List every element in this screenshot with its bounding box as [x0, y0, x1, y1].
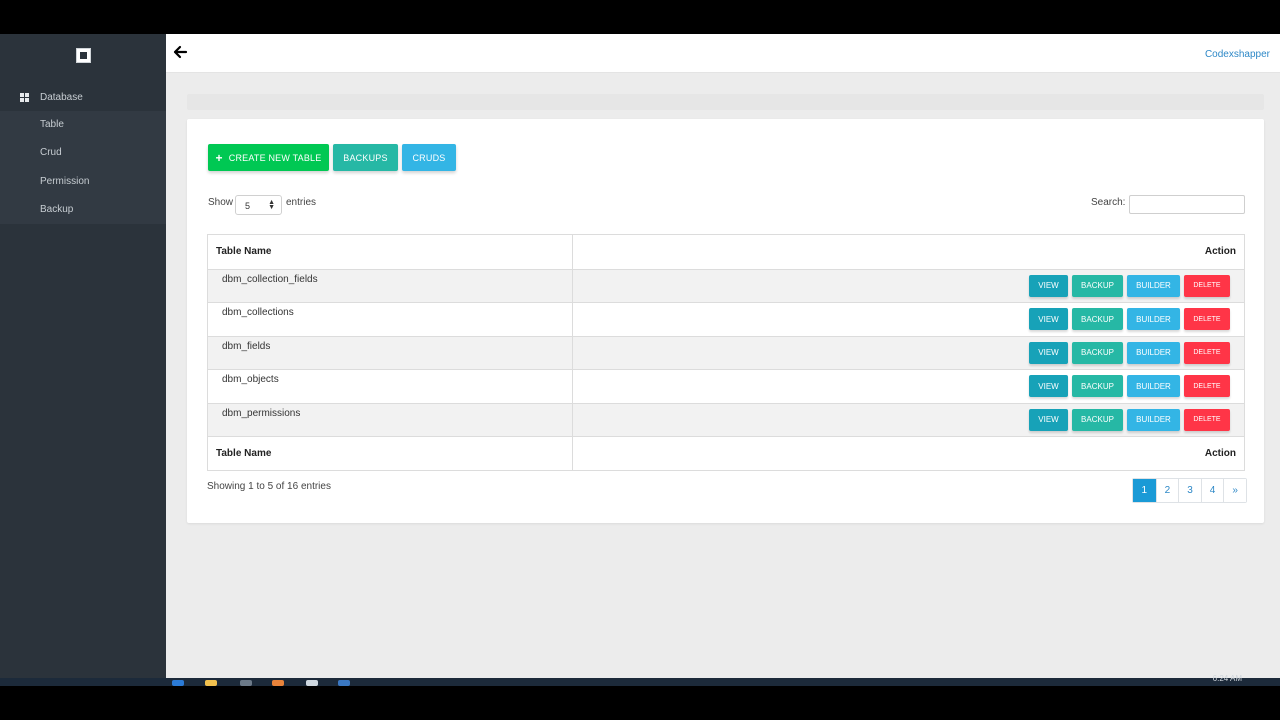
os-taskbar: 6:24 AM	[0, 674, 1280, 686]
top-bar: Codexshapper	[166, 34, 1280, 73]
table-footer-row: Table Name Action	[208, 436, 1244, 470]
taskbar-app-icon[interactable]	[338, 680, 350, 686]
builder-button[interactable]: BUILDER	[1127, 341, 1180, 364]
tables-table: Table Name Action dbm_collection_fields …	[207, 234, 1245, 471]
taskbar-app-icon[interactable]	[272, 680, 284, 686]
pagination: 1 2 3 4 »	[1132, 478, 1247, 503]
create-table-button[interactable]: + CREATE NEW TABLE	[208, 144, 329, 171]
view-button[interactable]: VIEW	[1029, 308, 1068, 330]
column-header-action: Action	[1204, 246, 1236, 257]
logo-icon[interactable]	[76, 48, 91, 63]
backup-button[interactable]: BACKUP	[1072, 375, 1123, 397]
grid-icon	[20, 93, 29, 102]
view-button[interactable]: VIEW	[1029, 341, 1068, 364]
delete-button[interactable]: DELETE	[1184, 375, 1230, 397]
taskbar-app-icon[interactable]	[240, 680, 252, 686]
search-input[interactable]	[1129, 195, 1245, 214]
view-button[interactable]: VIEW	[1029, 274, 1068, 297]
taskbar-clock: 6:24 AM	[1212, 674, 1242, 683]
builder-button[interactable]: BUILDER	[1127, 375, 1180, 397]
builder-button[interactable]: BUILDER	[1127, 274, 1180, 297]
app-screen: Database Table Crud Permission Backup Co…	[0, 34, 1280, 686]
sidebar-item-crud[interactable]: Crud	[40, 147, 62, 158]
backups-button[interactable]: BACKUPS	[333, 144, 398, 171]
plus-icon: +	[215, 150, 223, 165]
view-button[interactable]: VIEW	[1029, 375, 1068, 397]
table-row: dbm_collections VIEW BACKUP BUILDER DELE…	[208, 302, 1244, 336]
table-row: dbm_collection_fields VIEW BACKUP BUILDE…	[208, 268, 1244, 302]
page-button-3[interactable]: 3	[1178, 479, 1201, 502]
breadcrumb-bar	[187, 94, 1264, 110]
table-row: dbm_objects VIEW BACKUP BUILDER DELETE	[208, 369, 1244, 403]
backup-button[interactable]: BACKUP	[1072, 408, 1123, 431]
table-row: dbm_permissions VIEW BACKUP BUILDER DELE…	[208, 402, 1244, 436]
taskbar-app-icon[interactable]	[306, 680, 318, 686]
table-name-cell: dbm_collections	[222, 307, 294, 318]
footer-header-table-name: Table Name	[216, 448, 272, 459]
column-header-table-name[interactable]: Table Name	[216, 246, 271, 257]
table-name-cell: dbm_collection_fields	[222, 273, 318, 285]
search-label: Search:	[1091, 197, 1126, 208]
sort-arrows-icon: ▲ ▼	[268, 199, 275, 211]
sidebar-item-database[interactable]: Database	[0, 83, 166, 111]
delete-button[interactable]: DELETE	[1184, 308, 1230, 330]
page-button-4[interactable]: 4	[1200, 479, 1224, 502]
taskbar-app-icon[interactable]	[205, 680, 217, 686]
table-name-cell: dbm_fields	[222, 340, 271, 352]
tables-card: + CREATE NEW TABLE BACKUPS CRUDS Show 5 …	[187, 119, 1264, 523]
entries-label: entries	[286, 197, 317, 208]
sidebar-item-table[interactable]: Table	[40, 119, 64, 130]
taskbar-app-icon[interactable]	[172, 680, 184, 686]
cruds-button[interactable]: CRUDS	[402, 144, 456, 171]
next-page-button[interactable]: »	[1223, 479, 1246, 502]
delete-button[interactable]: DELETE	[1184, 341, 1230, 364]
builder-button[interactable]: BUILDER	[1127, 308, 1180, 330]
footer-header-action: Action	[1204, 448, 1236, 459]
page-button-2[interactable]: 2	[1155, 479, 1179, 502]
pagination-info: Showing 1 to 5 of 16 entries	[207, 481, 331, 492]
entries-value: 5	[245, 201, 251, 211]
delete-button[interactable]: DELETE	[1184, 408, 1230, 431]
table-name-cell: dbm_permissions	[222, 407, 301, 419]
page-button-1[interactable]: 1	[1133, 479, 1156, 502]
create-table-label: CREATE NEW TABLE	[228, 152, 322, 163]
sidebar-item-backup[interactable]: Backup	[40, 204, 73, 215]
table-header-row: Table Name Action	[208, 235, 1244, 269]
sidebar-item-permission[interactable]: Permission	[40, 176, 89, 187]
arrow-left-icon[interactable]	[172, 44, 188, 60]
table-name-cell: dbm_objects	[222, 374, 279, 385]
entries-select[interactable]: 5 ▲ ▼	[235, 195, 282, 215]
sidebar-section-label: Database	[40, 92, 83, 103]
view-button[interactable]: VIEW	[1029, 408, 1068, 431]
show-label: Show	[208, 197, 234, 208]
backup-button[interactable]: BACKUP	[1072, 308, 1123, 330]
brand-link[interactable]: Codexshapper	[1205, 49, 1270, 60]
table-row: dbm_fields VIEW BACKUP BUILDER DELETE	[208, 335, 1244, 369]
sidebar: Database Table Crud Permission Backup	[0, 34, 166, 686]
backup-button[interactable]: BACKUP	[1072, 341, 1123, 364]
builder-button[interactable]: BUILDER	[1127, 408, 1180, 431]
backup-button[interactable]: BACKUP	[1072, 274, 1123, 297]
sidebar-submenu: Table Crud Permission Backup	[0, 111, 166, 224]
delete-button[interactable]: DELETE	[1184, 274, 1230, 297]
